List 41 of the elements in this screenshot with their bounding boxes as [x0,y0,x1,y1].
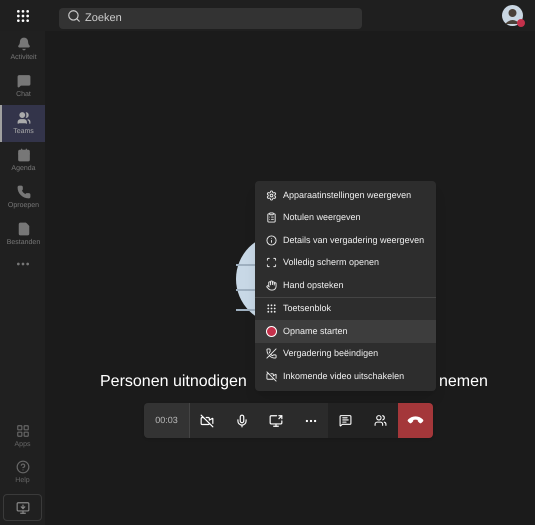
menu-item[interactable]: Volledig scherm openen [255,252,436,274]
clipboard-icon [266,212,277,224]
menu-item[interactable]: Hand opsteken [255,274,436,296]
phone-icon [16,185,30,199]
record-icon [266,326,277,337]
people-icon [374,414,387,427]
search-field[interactable]: Zoeken [59,8,362,28]
bell-icon [16,37,30,51]
share-icon [269,414,284,428]
keypad-icon [266,303,277,314]
menu-item[interactable]: Apparaatinstellingen weergeven [255,184,436,206]
menu-item[interactable]: Details van vergadering weergeven [255,229,436,252]
search-icon [67,9,81,23]
chat-icon [339,414,352,427]
fullscreen-icon [266,257,277,268]
invite-text: nemen [439,372,488,392]
hand-icon [266,280,277,291]
microphone-icon [234,414,249,428]
apps-icon [16,424,30,438]
download-icon [16,500,30,514]
gear-icon [266,190,277,201]
menu-item[interactable]: Opname starten [255,320,436,342]
hang-up-icon [266,348,277,360]
menu-item[interactable]: Toetsenblok [255,298,436,320]
help-icon [16,460,30,474]
invite-text: Personen uitnodigen [100,372,247,392]
avatar-icon[interactable] [502,5,523,26]
download-button[interactable] [3,494,42,521]
people-icon [16,111,30,125]
chat-icon [16,74,30,88]
video-off-icon [200,414,214,428]
call-timer: 00:03 [144,403,190,438]
calendar-icon [16,148,30,162]
app-launcher-icon[interactable] [14,8,30,24]
menu-item[interactable]: Inkomende video uitschakelen [255,365,436,388]
hang-up-button[interactable] [398,403,433,438]
menu-item[interactable]: Notulen weergeven [255,206,436,229]
video-off-icon [266,370,277,382]
menu-item[interactable]: Vergadering beëindigen [255,342,436,365]
info-icon [266,234,277,246]
file-icon [16,222,30,236]
